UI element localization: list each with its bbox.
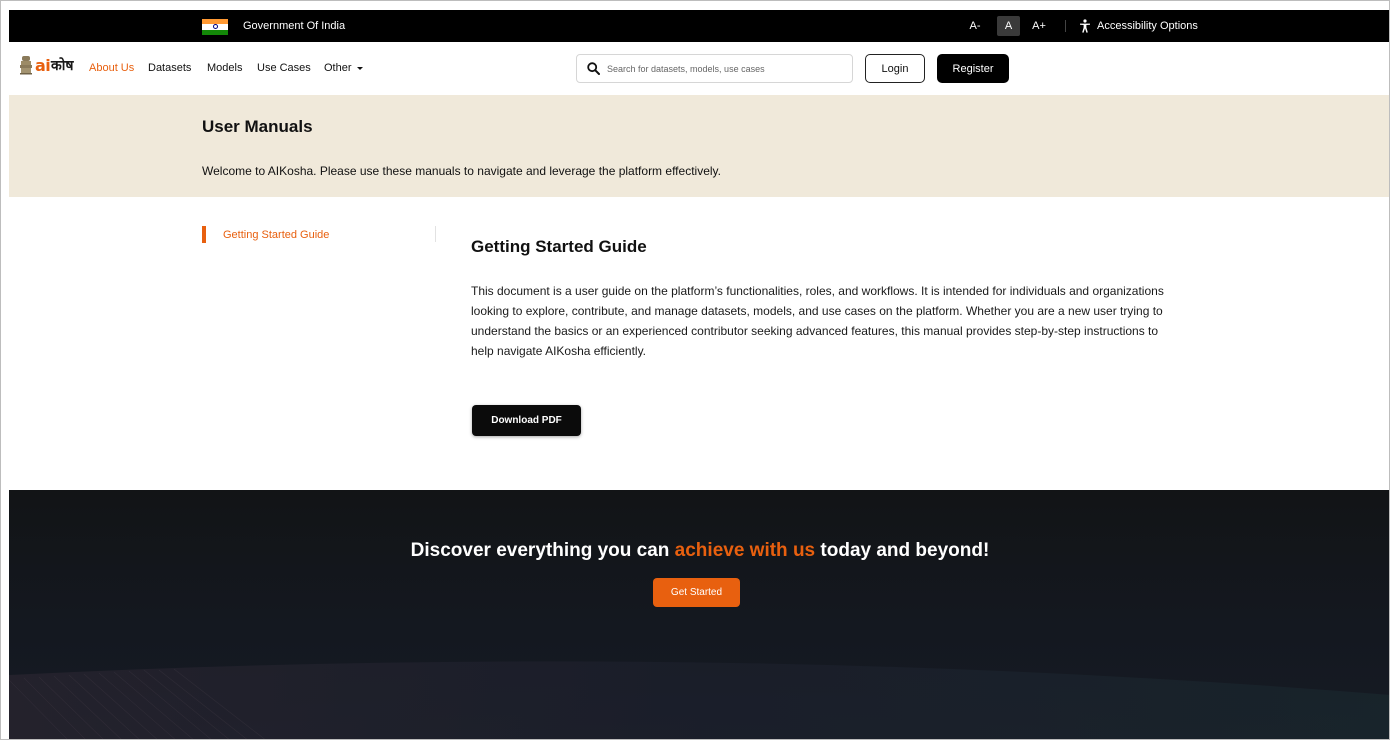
accessibility-icon[interactable] bbox=[1079, 19, 1091, 33]
nav-about-us[interactable]: About Us bbox=[89, 61, 134, 75]
font-normal-button[interactable]: A bbox=[997, 16, 1020, 36]
guide-description: This document is a user guide on the pla… bbox=[471, 284, 1164, 358]
register-button[interactable]: Register bbox=[937, 54, 1009, 83]
hero-banner: User Manuals Welcome to AIKosha. Please … bbox=[9, 95, 1389, 197]
logo-ai-text[interactable]: ai bbox=[35, 56, 51, 76]
search-box[interactable] bbox=[576, 54, 853, 83]
get-started-button[interactable]: Get Started bbox=[653, 578, 740, 607]
nav-datasets[interactable]: Datasets bbox=[148, 61, 191, 75]
cta-heading-after: today and beyond! bbox=[815, 540, 990, 561]
national-emblem-icon bbox=[20, 56, 32, 75]
active-indicator bbox=[202, 226, 206, 243]
search-input[interactable] bbox=[607, 60, 845, 78]
chevron-down-icon bbox=[356, 66, 363, 70]
search-icon bbox=[587, 62, 600, 75]
main-navbar: ai कोष About Us Datasets Models Use Case… bbox=[9, 42, 1389, 95]
nav-models[interactable]: Models bbox=[207, 61, 242, 75]
cta-section: Discover everything you can achieve with… bbox=[9, 490, 1389, 739]
page-frame: Government Of India A- A A+ Accessibilit… bbox=[0, 0, 1390, 740]
download-pdf-button[interactable]: Download PDF bbox=[472, 405, 581, 436]
nav-use-cases[interactable]: Use Cases bbox=[257, 61, 311, 75]
page-title: User Manuals bbox=[202, 117, 313, 136]
sidebar-divider bbox=[435, 226, 436, 242]
page-subtitle: Welcome to AIKosha. Please use these man… bbox=[202, 164, 721, 178]
font-decrease-button[interactable]: A- bbox=[965, 16, 985, 36]
accessibility-options-link[interactable]: Accessibility Options bbox=[1097, 19, 1198, 33]
divider bbox=[1065, 20, 1066, 32]
nav-other-label: Other bbox=[324, 62, 352, 74]
cta-heading-before: Discover everything you can bbox=[410, 540, 675, 561]
guide-title: Getting Started Guide bbox=[471, 237, 647, 256]
government-bar: Government Of India A- A A+ Accessibilit… bbox=[9, 10, 1389, 42]
font-increase-button[interactable]: A+ bbox=[1028, 16, 1050, 36]
sidebar-item-label: Getting Started Guide bbox=[223, 229, 330, 241]
nav-other-dropdown[interactable]: Other bbox=[324, 61, 363, 75]
government-label[interactable]: Government Of India bbox=[243, 19, 345, 33]
logo-kosh-text[interactable]: कोष bbox=[51, 57, 73, 75]
cta-heading: Discover everything you can achieve with… bbox=[9, 539, 1389, 563]
cta-heading-highlight: achieve with us bbox=[674, 540, 816, 561]
decorative-waves bbox=[9, 661, 1389, 739]
india-flag-icon bbox=[202, 19, 228, 35]
login-button[interactable]: Login bbox=[865, 54, 925, 83]
